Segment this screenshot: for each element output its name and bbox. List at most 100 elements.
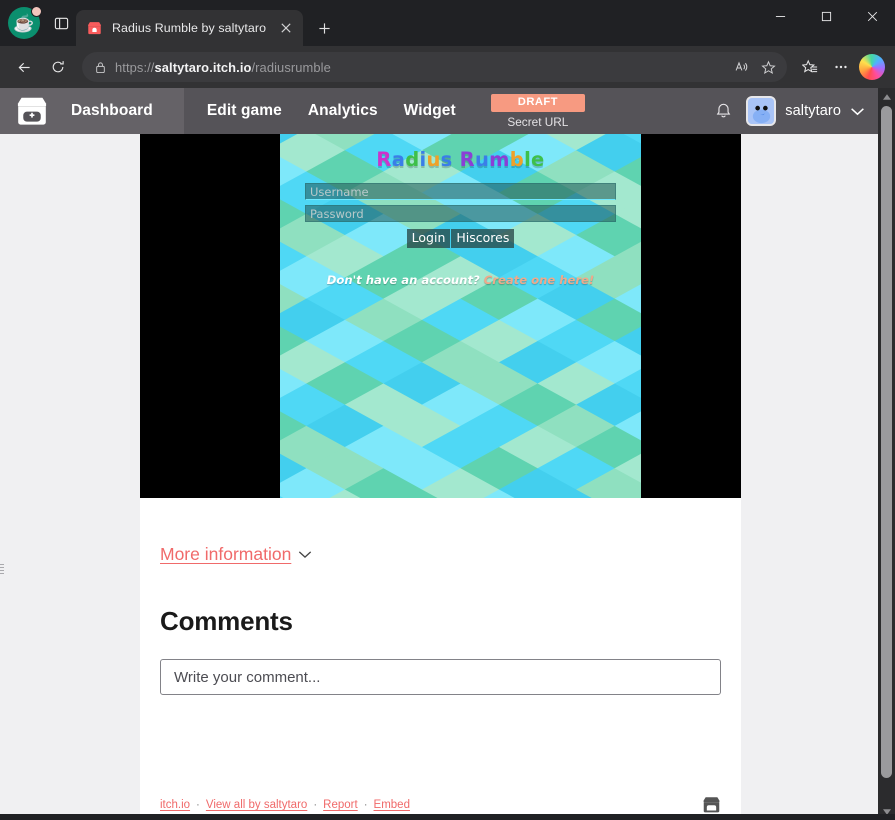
title-letter: s xyxy=(440,148,453,171)
page-scrollbar[interactable] xyxy=(878,88,895,820)
title-letter: e xyxy=(531,148,545,171)
page-body: Radius Rumble Username Password Login Hi… xyxy=(0,134,895,820)
close-icon[interactable] xyxy=(275,17,297,39)
minimize-icon[interactable] xyxy=(757,0,803,32)
page-viewport: Dashboard Edit game Analytics Widget DRA… xyxy=(0,88,895,820)
title-letter: u xyxy=(474,148,490,171)
back-arrow-icon[interactable] xyxy=(8,51,40,83)
footer-link-report[interactable]: Report xyxy=(323,799,358,811)
secret-url-label[interactable]: Secret URL xyxy=(507,116,568,129)
game-password-placeholder: Password xyxy=(310,206,364,221)
tab-strip: Radius Rumble by saltytaro xyxy=(76,0,339,46)
title-letter: d xyxy=(405,148,420,171)
game-login-ui: Radius Rumble Username Password Login Hi… xyxy=(280,134,641,498)
itchio-logo-icon[interactable] xyxy=(702,796,721,814)
url-path: /radiusrumble xyxy=(251,59,331,75)
nav-right-group: saltytaro xyxy=(714,96,895,126)
browser-toolbar: https://saltytaro.itch.io/radiusrumble xyxy=(0,46,895,88)
more-information-toggle[interactable]: More information xyxy=(160,544,312,565)
nav-analytics[interactable]: Analytics xyxy=(295,102,391,120)
browser-window: ☕ Radius Rumble by saltytaro https://sal… xyxy=(0,0,895,820)
itchio-navbar: Dashboard Edit game Analytics Widget DRA… xyxy=(0,88,895,134)
hiscores-button[interactable]: Hiscores xyxy=(451,229,515,249)
create-account-link[interactable]: Create one here! xyxy=(484,273,594,287)
footer-separator: · xyxy=(313,799,318,811)
signup-prompt: Don't have an account? Create one here! xyxy=(280,273,641,287)
profile-badge-dot xyxy=(31,6,42,17)
footer-link-view-all[interactable]: View all by saltytaro xyxy=(206,799,307,811)
title-letter: b xyxy=(509,148,525,171)
tab-list-icon[interactable] xyxy=(46,8,76,38)
browser-tab[interactable]: Radius Rumble by saltytaro xyxy=(76,10,304,46)
url-scheme: https:// xyxy=(115,59,155,75)
game-username-placeholder: Username xyxy=(310,184,369,199)
user-menu[interactable]: saltytaro xyxy=(746,96,865,126)
toolbar-right xyxy=(795,52,887,82)
refresh-icon[interactable] xyxy=(42,51,74,83)
window-controls xyxy=(757,0,895,32)
title-space xyxy=(453,148,460,171)
title-letter: R xyxy=(459,148,475,171)
comments-heading: Comments xyxy=(160,606,293,636)
itchio-favicon xyxy=(86,20,103,37)
lock-icon xyxy=(94,61,107,74)
footer-links: itch.io · View all by saltytaro · Report… xyxy=(160,799,410,811)
signup-prompt-text: Don't have an account? xyxy=(326,273,484,288)
url-host: saltytaro.itch.io xyxy=(154,59,252,75)
star-icon[interactable] xyxy=(755,54,781,80)
footer-link-embed[interactable]: Embed xyxy=(374,799,410,811)
tab-title: Radius Rumble by saltytaro xyxy=(112,21,267,35)
title-letter: l xyxy=(524,148,532,171)
window-bottom-strip xyxy=(0,814,895,820)
maximize-icon[interactable] xyxy=(803,0,849,32)
comment-placeholder: Write your comment... xyxy=(174,668,321,686)
scroll-up-arrow-icon[interactable] xyxy=(878,88,895,105)
address-bar[interactable]: https://saltytaro.itch.io/radiusrumble xyxy=(82,52,787,82)
game-username-input[interactable]: Username xyxy=(305,183,616,200)
footer-separator: · xyxy=(196,799,200,811)
title-letter: m xyxy=(489,148,510,171)
url-text: https://saltytaro.itch.io/radiusrumble xyxy=(115,60,720,75)
coffee-profile-icon[interactable]: ☕ xyxy=(8,6,42,39)
more-information-label: More information xyxy=(160,544,292,564)
comment-input[interactable]: Write your comment... xyxy=(160,659,721,695)
game-password-input[interactable]: Password xyxy=(305,205,616,222)
browser-titlebar: ☕ Radius Rumble by saltytaro xyxy=(0,0,895,46)
login-button[interactable]: Login xyxy=(406,229,451,249)
bell-icon[interactable] xyxy=(714,101,734,121)
title-letter: R xyxy=(376,148,392,171)
card-content: More information Comments Write your com… xyxy=(140,498,741,695)
omnibox-actions xyxy=(728,54,781,80)
title-letter: i xyxy=(419,148,427,171)
ellipsis-icon[interactable] xyxy=(826,52,856,82)
chevron-down-icon[interactable] xyxy=(850,104,865,119)
footer-separator: · xyxy=(363,799,368,811)
nav-dashboard[interactable]: Dashboard xyxy=(58,102,166,120)
title-letter: a xyxy=(391,148,406,171)
avatar xyxy=(746,96,777,126)
page-edge-grip xyxy=(0,564,4,582)
draft-status-group: DRAFT Secret URL xyxy=(490,93,585,129)
game-button-row: Login Hiscores xyxy=(280,229,641,249)
status-badge[interactable]: DRAFT xyxy=(490,93,585,112)
username-label: saltytaro xyxy=(785,103,841,119)
copilot-icon[interactable] xyxy=(857,52,887,82)
title-letter: u xyxy=(426,148,441,171)
plus-icon[interactable] xyxy=(309,13,339,43)
itchio-logo-icon[interactable] xyxy=(14,94,50,128)
chevron-down-icon xyxy=(298,547,312,562)
nav-widget[interactable]: Widget xyxy=(391,102,469,120)
nav-edit-game[interactable]: Edit game xyxy=(194,102,295,120)
titlebar-left-controls: ☕ xyxy=(0,0,76,46)
dashboard-group[interactable]: Dashboard xyxy=(0,88,184,134)
close-icon[interactable] xyxy=(849,0,895,32)
footer-link-itchio[interactable]: itch.io xyxy=(160,799,190,811)
collections-star-icon[interactable] xyxy=(795,52,825,82)
game-canvas[interactable]: Radius Rumble Username Password Login Hi… xyxy=(280,134,641,498)
read-aloud-icon[interactable] xyxy=(728,54,754,80)
scrollbar-thumb[interactable] xyxy=(881,106,892,778)
game-iframe[interactable]: Radius Rumble Username Password Login Hi… xyxy=(140,134,741,498)
game-title: Radius Rumble xyxy=(280,148,641,171)
game-page-card: Radius Rumble Username Password Login Hi… xyxy=(140,134,741,820)
nav-links: Edit game Analytics Widget xyxy=(194,102,469,120)
